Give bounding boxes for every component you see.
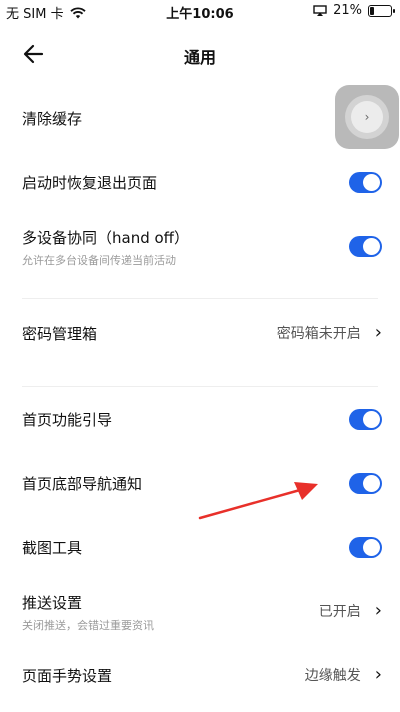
section-divider xyxy=(22,298,378,299)
restore-pages-toggle[interactable] xyxy=(349,172,382,193)
restore-pages-label: 启动时恢复退出页面 xyxy=(22,174,158,192)
handoff-description: 允许在多台设备间传递当前活动 xyxy=(22,254,176,267)
battery-percent: 21% xyxy=(333,3,362,18)
page-title: 通用 xyxy=(183,48,216,67)
nav-bar: 通用 xyxy=(0,30,400,76)
home-guide-row: 首页功能引导 xyxy=(22,409,382,430)
restore-pages-row: 启动时恢复退出页面 xyxy=(22,172,382,193)
chevron-right-icon: › xyxy=(374,600,382,621)
handoff-label: 多设备协同（hand off） xyxy=(22,229,190,247)
annotation-arrow-icon xyxy=(198,482,318,520)
assistive-touch-button[interactable]: › xyxy=(335,85,399,149)
home-guide-toggle[interactable] xyxy=(349,409,382,430)
push-settings-row[interactable]: 推送设置 关闭推送，会错过重要资讯 已开启 › xyxy=(22,592,382,633)
status-bar: 无 SIM 卡 上午10:06 21% xyxy=(0,0,400,22)
screenshot-tool-toggle[interactable] xyxy=(349,537,382,558)
chevron-right-icon: › xyxy=(374,664,382,685)
clear-cache-label: 清除缓存 xyxy=(22,110,83,128)
handoff-toggle[interactable] xyxy=(349,236,382,257)
password-box-row[interactable]: 密码管理箱 密码箱未开启 › xyxy=(22,323,382,344)
clear-cache-row[interactable]: 清除缓存 xyxy=(22,108,382,129)
screenshot-tool-label: 截图工具 xyxy=(22,539,83,557)
battery-icon xyxy=(368,4,395,17)
gesture-settings-value: 边缘触发 xyxy=(304,668,361,684)
handoff-row: 多设备协同（hand off） 允许在多台设备间传递当前活动 xyxy=(22,227,382,268)
screen-mirror-icon xyxy=(313,4,327,16)
gesture-settings-row[interactable]: 页面手势设置 边缘触发 › xyxy=(22,665,382,686)
section-divider xyxy=(22,386,378,387)
chevron-right-icon: › xyxy=(351,101,383,133)
push-settings-value: 已开启 xyxy=(318,604,361,620)
chevron-right-icon: › xyxy=(374,322,382,343)
screenshot-tool-row: 截图工具 xyxy=(22,537,382,558)
home-nav-notice-toggle[interactable] xyxy=(349,473,382,494)
password-box-value: 密码箱未开启 xyxy=(276,326,361,342)
home-guide-label: 首页功能引导 xyxy=(22,411,113,429)
